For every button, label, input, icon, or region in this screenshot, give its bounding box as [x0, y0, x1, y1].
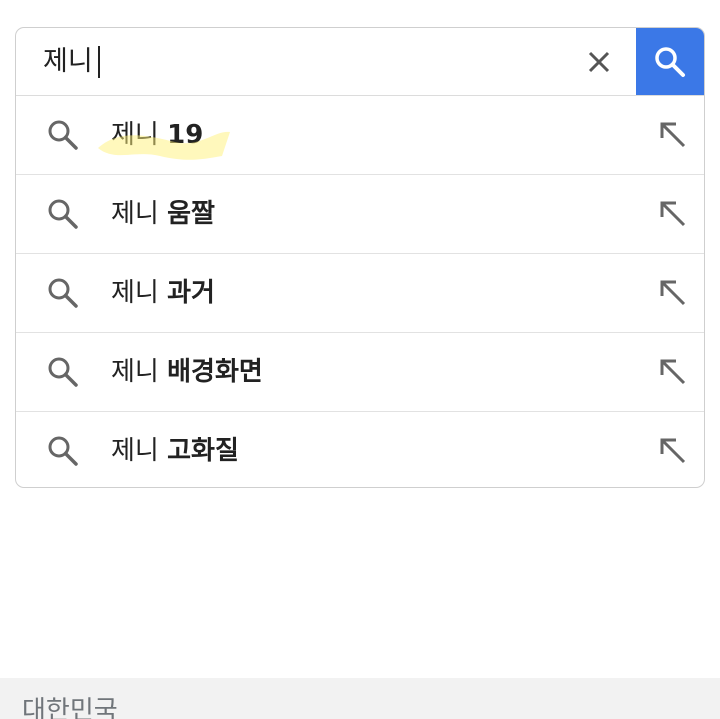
suggestion-item[interactable]: 제니 과거 [16, 254, 704, 333]
suggestion-label: 제니 움짤 [111, 175, 215, 253]
arrow-up-left-icon[interactable] [656, 197, 690, 231]
search-icon [48, 436, 78, 466]
query-text: 제니 [43, 46, 93, 77]
arrow-up-left-icon[interactable] [656, 434, 690, 468]
suggestion-typed-text: 제니 [111, 436, 159, 466]
suggestion-typed-text: 제니 [111, 357, 159, 387]
search-icon [48, 357, 78, 387]
suggestion-completion-text: 과거 [167, 278, 215, 308]
close-icon [588, 51, 610, 73]
suggestion-label: 제니 배경화면 [111, 333, 263, 411]
arrow-up-left-icon[interactable] [656, 276, 690, 310]
suggestion-completion-text: 배경화면 [167, 357, 263, 387]
suggestion-list: 제니 19 제니 움짤 제니 과거 제니 배경화면 제니 고화질 [16, 96, 704, 487]
page: 제니 제니 19 제니 움짤 제니 과거 제니 배경화면 제니 고화질 대한민국 [0, 0, 720, 719]
suggestion-typed-text: 제니 [111, 199, 159, 229]
footer-bar: 대한민국 [0, 678, 720, 719]
search-icon [48, 278, 78, 308]
region-label: 대한민국 [22, 696, 118, 719]
search-button[interactable] [636, 28, 704, 95]
search-input[interactable]: 제니 [43, 28, 100, 95]
search-box: 제니 제니 19 제니 움짤 제니 과거 제니 배경화면 제니 고화질 [15, 27, 705, 488]
arrow-up-left-icon[interactable] [656, 355, 690, 389]
clear-button[interactable] [582, 45, 616, 79]
search-icon [48, 120, 78, 150]
suggestion-item[interactable]: 제니 배경화면 [16, 333, 704, 412]
suggestion-item[interactable]: 제니 고화질 [16, 412, 704, 487]
suggestion-label: 제니 고화질 [111, 412, 239, 487]
suggestion-typed-text: 제니 [111, 278, 159, 308]
suggestion-completion-text: 19 [167, 120, 204, 150]
search-icon [655, 46, 685, 77]
suggestion-typed-text: 제니 [111, 120, 159, 150]
suggestion-label: 제니 19 [111, 96, 203, 174]
suggestion-item[interactable]: 제니 19 [16, 96, 704, 175]
search-icon [48, 199, 78, 229]
suggestion-completion-text: 고화질 [167, 436, 239, 466]
search-bar: 제니 [16, 28, 704, 96]
suggestion-completion-text: 움짤 [167, 199, 215, 229]
arrow-up-left-icon[interactable] [656, 118, 690, 152]
suggestion-label: 제니 과거 [111, 254, 215, 332]
suggestion-item[interactable]: 제니 움짤 [16, 175, 704, 254]
text-caret [97, 45, 100, 78]
